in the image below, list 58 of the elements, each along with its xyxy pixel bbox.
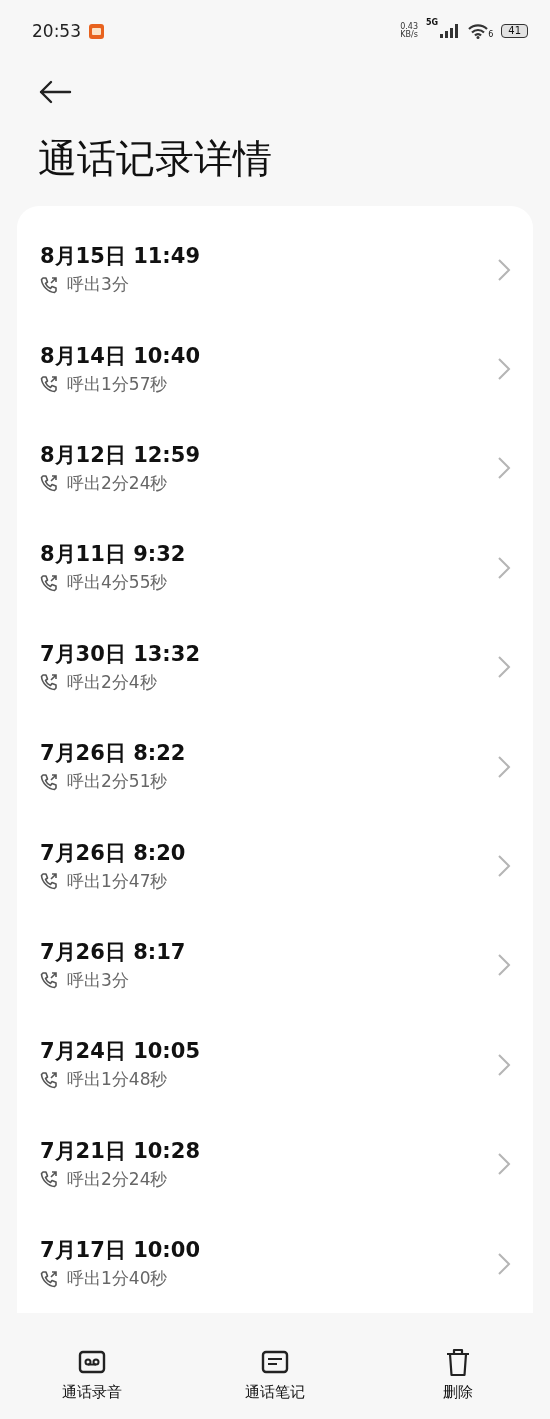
net-speed: 0.43 — [400, 23, 419, 31]
outgoing-call-icon — [40, 573, 58, 592]
chevron-right-icon[interactable] — [497, 953, 511, 978]
call-detail: 呼出2分24秒 — [67, 471, 168, 495]
outgoing-call-icon — [40, 971, 58, 990]
notes-action-button[interactable]: 通话笔记 — [183, 1330, 367, 1419]
app-notification-icon — [89, 23, 104, 39]
chevron-right-icon[interactable] — [497, 754, 511, 779]
chevron-right-icon[interactable] — [497, 655, 511, 680]
call-datetime[interactable]: 8月15日 11:49 — [40, 243, 497, 270]
battery-level: 41 — [501, 24, 528, 38]
call-detail: 呼出1分47秒 — [67, 869, 168, 893]
chevron-right-icon[interactable] — [497, 1251, 511, 1276]
outgoing-call-icon — [40, 1170, 58, 1189]
wifi-icon — [468, 23, 489, 39]
wifi-label: 6 — [488, 29, 494, 39]
call-datetime[interactable]: 7月24日 10:05 — [40, 1038, 497, 1065]
outgoing-call-icon — [40, 474, 58, 493]
chevron-right-icon[interactable] — [497, 456, 511, 481]
call-detail: 呼出3分 — [67, 968, 129, 992]
call-detail: 呼出4分55秒 — [67, 571, 168, 595]
chevron-right-icon[interactable] — [497, 1052, 511, 1077]
call-datetime[interactable]: 7月30日 13:32 — [40, 640, 497, 667]
call-detail: 呼出2分4秒 — [67, 670, 157, 694]
call-datetime[interactable]: 7月26日 8:20 — [40, 839, 497, 866]
call-datetime[interactable]: 7月26日 8:17 — [40, 938, 497, 965]
page-title: 通话记录详情 — [38, 135, 273, 183]
chevron-right-icon[interactable] — [497, 1152, 511, 1177]
call-detail: 呼出1分57秒 — [67, 372, 168, 396]
chevron-right-icon[interactable] — [497, 357, 511, 382]
call-datetime[interactable]: 8月11日 9:32 — [40, 541, 497, 568]
call-datetime[interactable]: 8月12日 12:59 — [40, 441, 497, 468]
outgoing-call-icon — [40, 275, 58, 294]
recording-action-button[interactable]: 通话录音 — [0, 1330, 184, 1419]
chevron-right-icon[interactable] — [497, 854, 511, 879]
outgoing-call-icon — [40, 1269, 58, 1288]
chevron-right-icon[interactable] — [497, 257, 511, 282]
signal-icon — [440, 24, 461, 38]
call-datetime[interactable]: 8月14日 10:40 — [40, 342, 497, 369]
outgoing-call-icon — [40, 1070, 58, 1089]
outgoing-call-icon — [40, 375, 58, 394]
call-datetime[interactable]: 7月21日 10:28 — [40, 1137, 497, 1164]
net-speed-unit: KB/s — [400, 31, 419, 39]
outgoing-call-icon — [40, 872, 58, 891]
call-datetime[interactable]: 7月17日 10:00 — [40, 1237, 497, 1264]
chevron-right-icon[interactable] — [497, 555, 511, 580]
call-detail: 呼出1分40秒 — [67, 1267, 168, 1291]
delete-action-button[interactable]: 删除 — [366, 1330, 550, 1419]
call-detail: 呼出2分51秒 — [67, 770, 168, 794]
network-type: 5G — [426, 18, 439, 27]
status-time: 20:53 — [32, 21, 81, 41]
back-arrow-icon[interactable] — [38, 80, 72, 104]
outgoing-call-icon — [40, 772, 58, 791]
call-detail: 呼出2分24秒 — [67, 1167, 168, 1191]
call-datetime[interactable]: 7月26日 8:22 — [40, 740, 497, 767]
call-detail: 呼出3分 — [67, 273, 129, 297]
outgoing-call-icon — [40, 673, 58, 692]
call-detail: 呼出1分48秒 — [67, 1068, 168, 1092]
